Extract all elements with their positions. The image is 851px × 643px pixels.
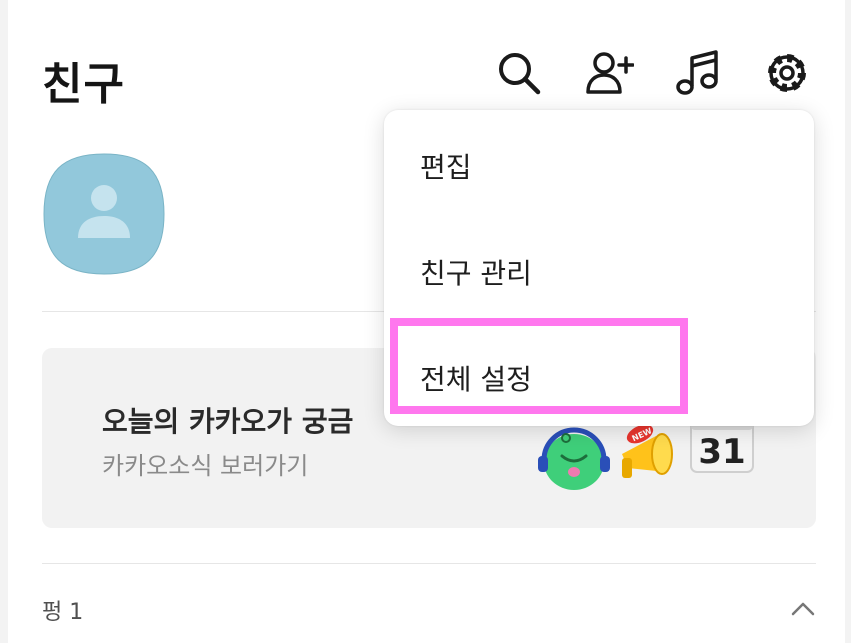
calendar-day: 31 <box>698 432 745 472</box>
menu-item-manage-friends[interactable]: 친구 관리 <box>420 252 532 292</box>
section-label: 펑 1 <box>42 600 84 625</box>
add-friend-icon[interactable] <box>584 48 635 98</box>
chevron-up-icon[interactable] <box>788 594 818 624</box>
music-icon[interactable] <box>674 48 724 98</box>
page-title: 친구 <box>42 59 125 110</box>
banner-subtitle: 카카오소식 보러가기 <box>102 452 309 480</box>
menu-item-edit[interactable]: 편집 <box>420 146 472 186</box>
highlight-box <box>390 318 688 414</box>
divider <box>42 563 816 564</box>
calendar-icon: 31 <box>690 420 754 474</box>
settings-icon[interactable] <box>762 48 812 98</box>
banner-title: 오늘의 카카오가 궁금 <box>102 405 354 438</box>
megaphone-icon: NEW <box>614 422 686 488</box>
right-edge <box>845 0 851 643</box>
left-edge <box>0 0 8 643</box>
search-icon[interactable] <box>494 48 544 98</box>
mascot-character-icon <box>534 416 614 496</box>
profile-avatar[interactable] <box>42 152 166 276</box>
